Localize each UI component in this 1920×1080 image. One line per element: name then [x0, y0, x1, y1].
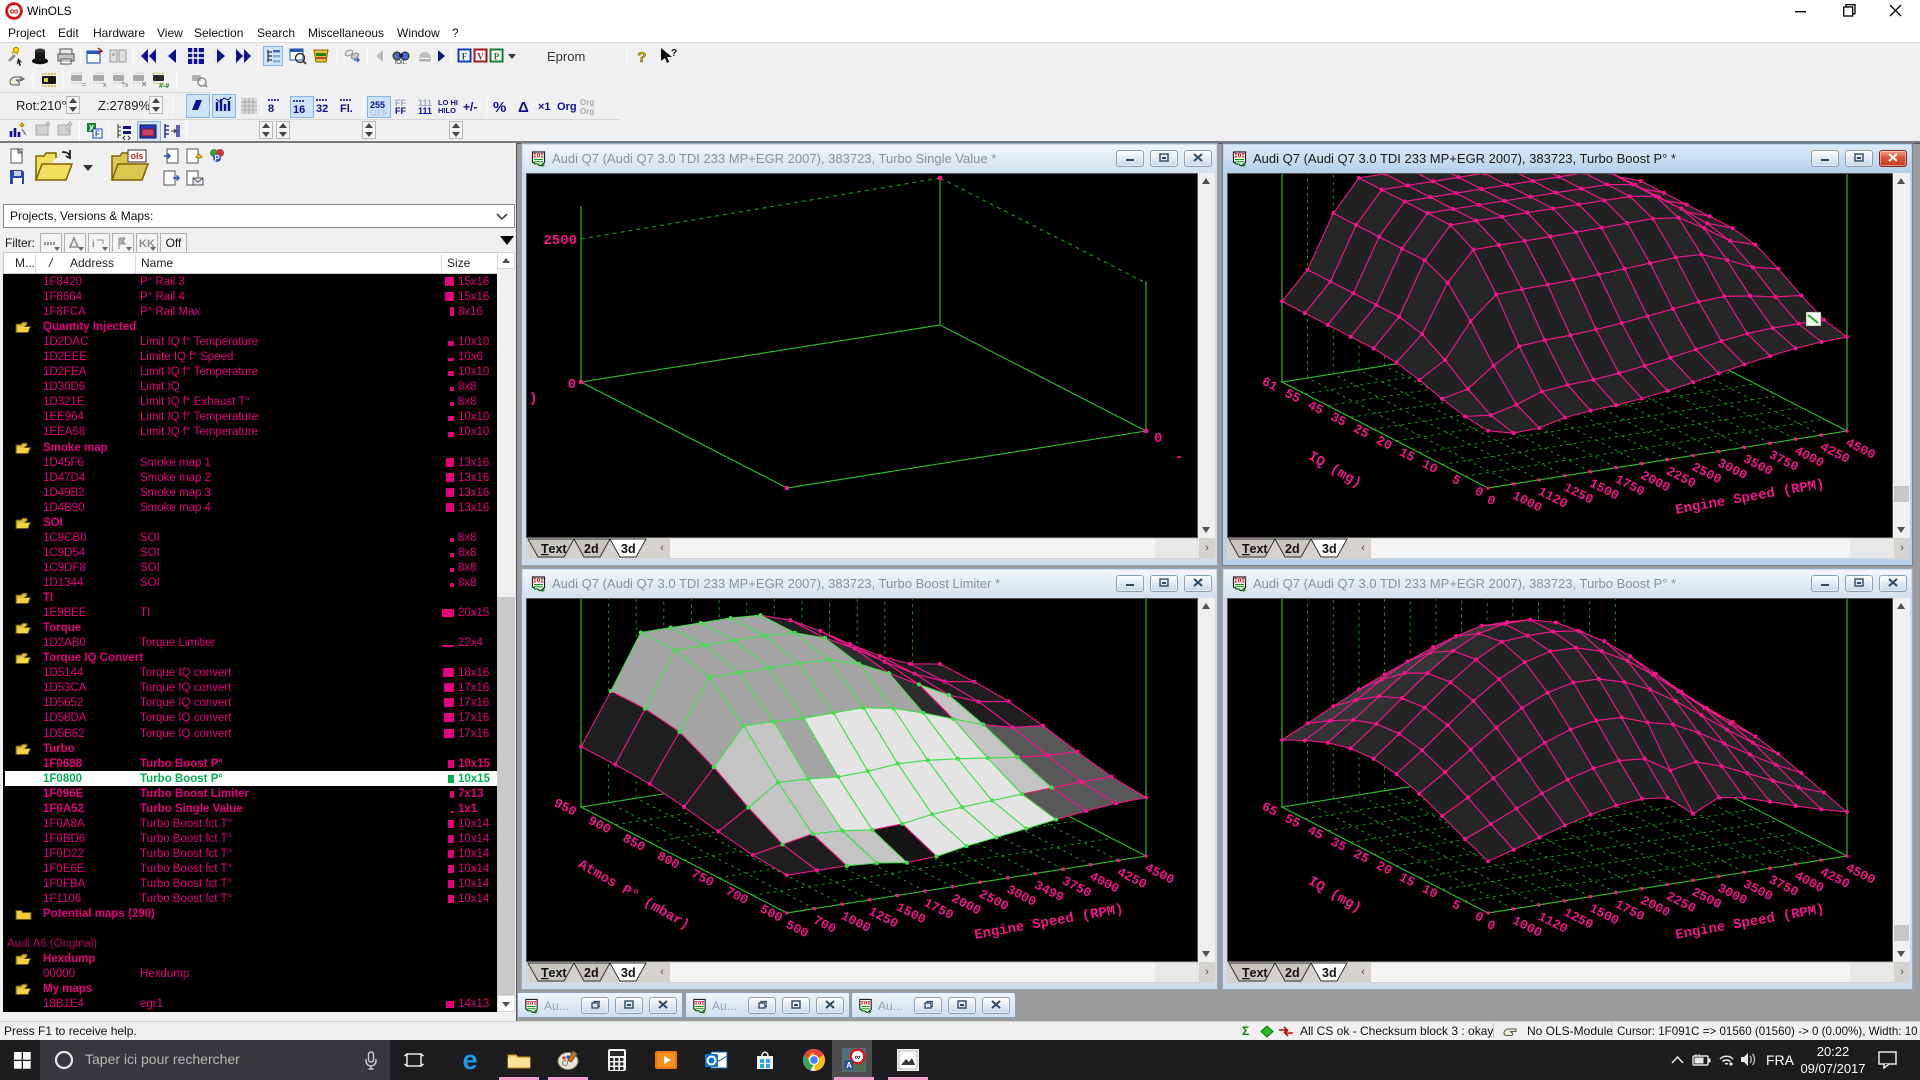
- svg-text:?: ?: [637, 49, 646, 66]
- svg-text:F: F: [95, 130, 100, 139]
- svg-text:HILO: HILO: [438, 106, 456, 115]
- svg-text:F: F: [462, 52, 468, 62]
- svg-text:32: 32: [316, 103, 328, 115]
- svg-text:IOI: IOI: [533, 578, 544, 585]
- svg-text:IOI: IOI: [1234, 153, 1245, 160]
- svg-text:ols: ols: [130, 151, 143, 161]
- svg-text:IOIl..: IOIl..: [395, 60, 408, 66]
- svg-text:2d: 2d: [584, 966, 599, 980]
- svg-text:IOI: IOI: [1234, 578, 1245, 585]
- svg-text:IOI: IOI: [533, 153, 544, 160]
- svg-text:OFF: OFF: [370, 108, 388, 117]
- svg-text:ext: ext: [549, 542, 568, 556]
- svg-text:?x: ?x: [121, 82, 129, 89]
- svg-text:0: 0: [1154, 431, 1162, 447]
- svg-text:Org: Org: [580, 98, 594, 107]
- svg-text:ext: ext: [1250, 542, 1269, 556]
- svg-text:0: 0: [568, 377, 576, 393]
- svg-text:P: P: [214, 154, 220, 163]
- svg-text:P: P: [494, 52, 500, 62]
- svg-text:+/-: +/-: [463, 100, 477, 114]
- svg-text:16: 16: [293, 104, 305, 116]
- svg-text:FF: FF: [395, 106, 406, 116]
- svg-text:ext: ext: [1250, 966, 1269, 980]
- svg-text:IOI: IOI: [860, 1000, 870, 1007]
- svg-text:Σ: Σ: [1242, 1024, 1249, 1038]
- svg-text:%: %: [493, 99, 506, 116]
- svg-text:2d: 2d: [584, 542, 599, 556]
- svg-text:2500: 2500: [543, 233, 577, 249]
- svg-text:3d: 3d: [1322, 966, 1337, 980]
- svg-text:∞: ∞: [855, 1053, 861, 1062]
- svg-text:3d: 3d: [1322, 542, 1337, 556]
- svg-text:IOI: IOI: [526, 1000, 536, 1007]
- svg-text:Org: Org: [557, 101, 577, 113]
- svg-text:x: x: [103, 82, 107, 89]
- svg-text:i: i: [92, 239, 95, 250]
- svg-text:?: ?: [671, 48, 677, 59]
- svg-text:∞: ∞: [10, 4, 19, 18]
- svg-text:A: A: [846, 1061, 852, 1070]
- svg-text:Δ: Δ: [518, 99, 529, 116]
- svg-text:8: 8: [268, 103, 274, 115]
- svg-text:Fl.: Fl.: [340, 103, 353, 115]
- svg-text:111: 111: [418, 106, 432, 116]
- svg-text:ext: ext: [549, 966, 568, 980]
- svg-text:2d: 2d: [1285, 966, 1300, 980]
- svg-text:#-#: #-#: [159, 83, 169, 90]
- svg-text:e: e: [462, 1048, 477, 1072]
- svg-text:=: =: [82, 82, 86, 89]
- svg-text:): ): [529, 391, 537, 407]
- svg-text:×1: ×1: [538, 101, 551, 113]
- svg-text:3d: 3d: [621, 542, 636, 556]
- svg-text:3d: 3d: [621, 966, 636, 980]
- svg-text:Org: Org: [580, 107, 594, 116]
- svg-text:2d: 2d: [1285, 542, 1300, 556]
- svg-text:-: -: [1175, 450, 1183, 466]
- svg-text:IOI: IOI: [694, 1000, 704, 1007]
- svg-text:V: V: [477, 52, 484, 62]
